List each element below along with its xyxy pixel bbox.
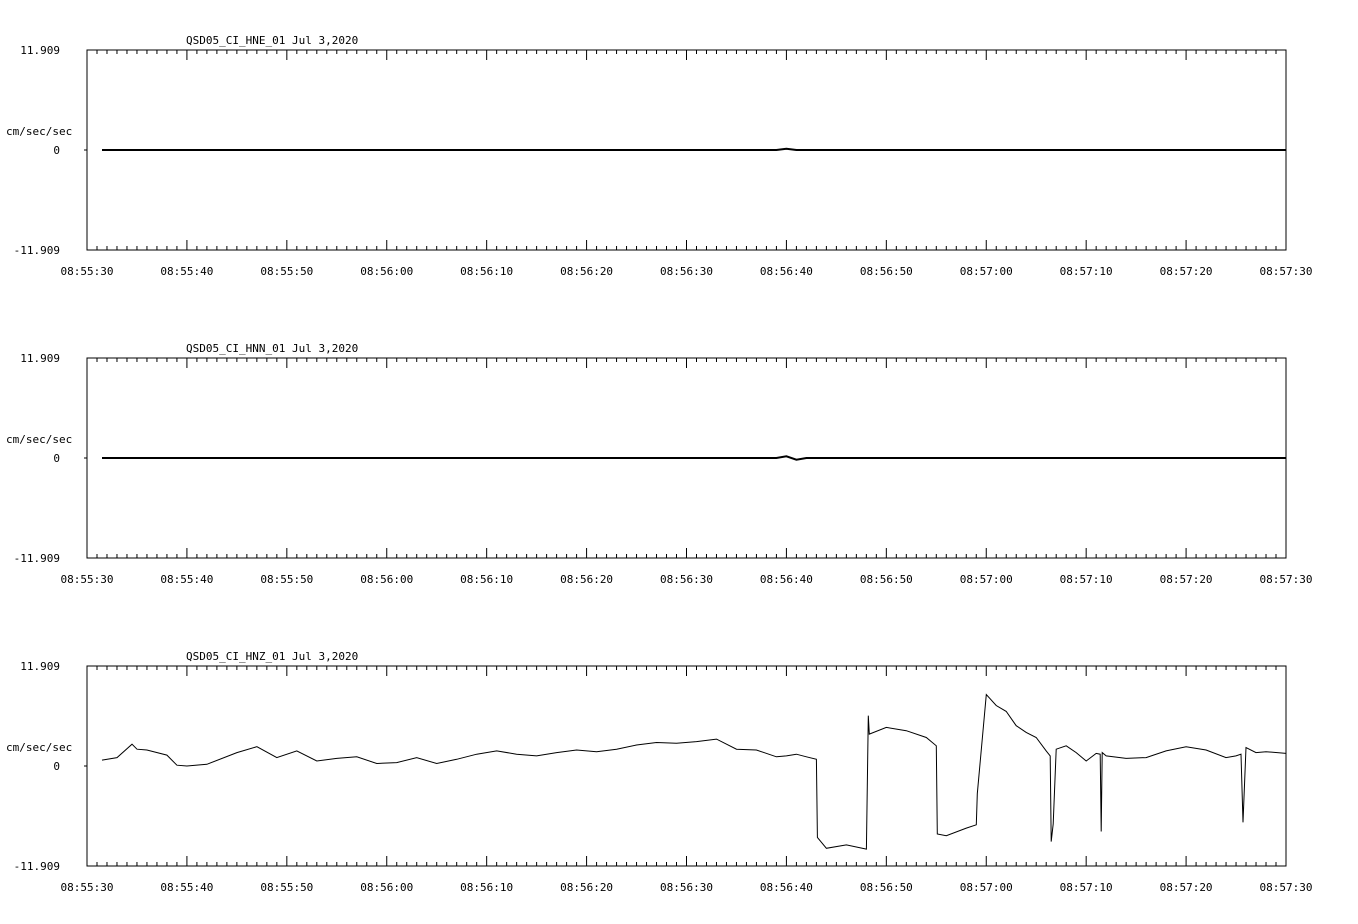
y-tick-label-max: 11.909 xyxy=(20,660,60,673)
x-tick-label: 08:56:40 xyxy=(760,265,813,278)
chart-title: QSD05_CI_HNN_01 Jul 3,2020 xyxy=(186,342,358,355)
x-tick-label: 08:56:20 xyxy=(560,881,613,894)
x-tick-label: 08:55:30 xyxy=(61,881,114,894)
x-tick-label: 08:57:00 xyxy=(960,881,1013,894)
chart-panel-hnn: QSD05_CI_HNN_01 Jul 3,2020 cm/sec/sec 11… xyxy=(6,342,1312,586)
x-tick-label: 08:56:30 xyxy=(660,265,713,278)
x-tick-label: 08:57:30 xyxy=(1260,265,1313,278)
x-tick-label: 08:55:40 xyxy=(160,265,213,278)
x-tick-label: 08:55:50 xyxy=(260,573,313,586)
x-tick-label: 08:56:30 xyxy=(660,573,713,586)
x-tick-label: 08:55:50 xyxy=(260,265,313,278)
x-tick-label: 08:57:30 xyxy=(1260,881,1313,894)
x-tick-marks xyxy=(84,666,1287,866)
series-line xyxy=(102,147,1286,151)
y-axis-label: cm/sec/sec xyxy=(6,741,72,754)
x-tick-label: 08:56:50 xyxy=(860,265,913,278)
x-tick-label: 08:57:20 xyxy=(1160,265,1213,278)
y-tick-label-zero: 0 xyxy=(53,760,60,773)
plot-frame xyxy=(86,665,1287,867)
x-tick-label: 08:55:40 xyxy=(160,573,213,586)
x-tick-label: 08:55:50 xyxy=(260,881,313,894)
chart-panel-hne: QSD05_CI_HNE_01 Jul 3,2020 cm/sec/sec 11… xyxy=(6,34,1312,278)
x-tick-label: 08:56:00 xyxy=(360,573,413,586)
x-tick-label: 08:56:10 xyxy=(460,881,513,894)
chart-title: QSD05_CI_HNE_01 Jul 3,2020 xyxy=(186,34,358,47)
y-tick-label-min: -11.909 xyxy=(14,244,60,257)
x-tick-labels: 08:55:30 08:55:40 08:55:50 08:56:00 08:56:10… xyxy=(61,881,1313,894)
series-line xyxy=(101,693,1287,850)
x-tick-label: 08:56:30 xyxy=(660,881,713,894)
y-tick-label-max: 11.909 xyxy=(20,352,60,365)
y-axis-label: cm/sec/sec xyxy=(6,125,72,138)
y-axis-label: cm/sec/sec xyxy=(6,433,72,446)
x-tick-label: 08:57:10 xyxy=(1060,573,1113,586)
y-tick-label-zero: 0 xyxy=(53,452,60,465)
x-tick-label: 08:56:10 xyxy=(460,573,513,586)
y-tick-label-min: -11.909 xyxy=(14,860,60,873)
x-tick-label: 08:57:30 xyxy=(1260,573,1313,586)
x-tick-label: 08:57:00 xyxy=(960,265,1013,278)
x-tick-label: 08:56:50 xyxy=(860,573,913,586)
x-tick-label: 08:56:10 xyxy=(460,265,513,278)
x-tick-label: 08:55:30 xyxy=(61,265,114,278)
y-tick-label-zero: 0 xyxy=(53,144,60,157)
y-tick-label-max: 11.909 xyxy=(20,44,60,57)
x-tick-label: 08:56:00 xyxy=(360,265,413,278)
x-tick-label: 08:55:30 xyxy=(61,573,114,586)
seismogram-figure: QSD05_CI_HNE_01 Jul 3,2020 cm/sec/sec 11… xyxy=(6,34,1312,894)
x-tick-label: 08:57:20 xyxy=(1160,573,1213,586)
x-tick-label: 08:56:20 xyxy=(560,573,613,586)
x-tick-label: 08:57:00 xyxy=(960,573,1013,586)
x-tick-label: 08:55:40 xyxy=(160,881,213,894)
x-tick-label: 08:56:50 xyxy=(860,881,913,894)
x-tick-label: 08:57:20 xyxy=(1160,881,1213,894)
y-tick-label-min: -11.909 xyxy=(14,552,60,565)
chart-title: QSD05_CI_HNZ_01 Jul 3,2020 xyxy=(186,650,358,663)
x-tick-label: 08:57:10 xyxy=(1060,881,1113,894)
x-tick-label: 08:56:40 xyxy=(760,881,813,894)
series-line xyxy=(102,455,1286,461)
x-tick-labels: 08:55:30 08:55:40 08:55:50 08:56:00 08:56:10… xyxy=(61,573,1313,586)
x-tick-label: 08:57:10 xyxy=(1060,265,1113,278)
x-tick-label: 08:56:20 xyxy=(560,265,613,278)
x-tick-label: 08:56:40 xyxy=(760,573,813,586)
chart-panel-hnz: QSD05_CI_HNZ_01 Jul 3,2020 cm/sec/sec 11… xyxy=(6,650,1312,894)
x-tick-label: 08:56:00 xyxy=(360,881,413,894)
x-tick-labels: 08:55:30 08:55:40 08:55:50 08:56:00 08:56:10… xyxy=(61,265,1313,278)
